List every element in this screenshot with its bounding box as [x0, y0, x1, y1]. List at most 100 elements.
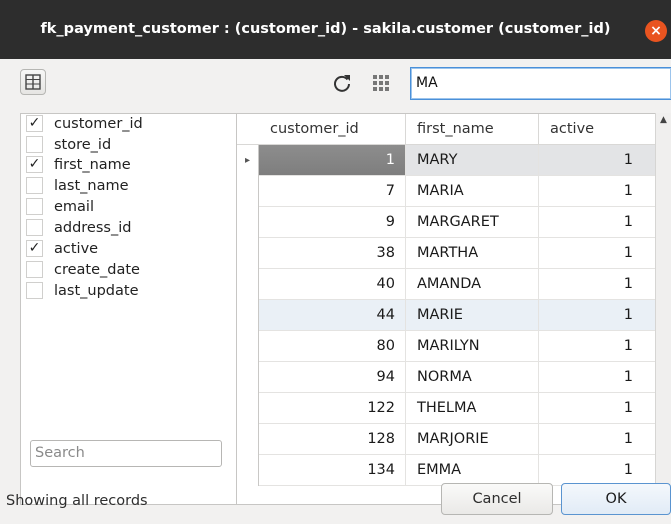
grid-view-button[interactable]	[370, 72, 392, 94]
cell-customer-id[interactable]: 9	[259, 207, 406, 237]
columns-toggle-button[interactable]	[20, 69, 46, 95]
checkbox[interactable]	[26, 177, 43, 194]
column-item-last-update[interactable]: last_update	[21, 281, 236, 302]
cell-first-name[interactable]: AMANDA	[406, 269, 539, 299]
cell-first-name[interactable]: EMMA	[406, 455, 539, 485]
table-row[interactable]: 38 MARTHA 1	[237, 238, 655, 269]
row-header[interactable]	[237, 238, 259, 269]
column-label: store_id	[54, 137, 112, 153]
checkbox[interactable]: ✓	[26, 240, 43, 257]
column-label: last_name	[54, 178, 129, 194]
table-row[interactable]: 9 MARGARET 1	[237, 207, 655, 238]
title-bar: fk_payment_customer : (customer_id) - sa…	[0, 0, 671, 59]
checkbox[interactable]: ✓	[26, 156, 43, 173]
cell-customer-id[interactable]: 7	[259, 176, 406, 206]
cell-customer-id[interactable]: 128	[259, 424, 406, 454]
row-header[interactable]	[237, 455, 259, 486]
row-header[interactable]	[237, 207, 259, 238]
column-item-email[interactable]: email	[21, 197, 236, 218]
header-customer-id[interactable]: customer_id	[259, 114, 406, 145]
cell-first-name[interactable]: MARIE	[406, 300, 539, 330]
cell-first-name[interactable]: MARTHA	[406, 238, 539, 268]
column-item-address-id[interactable]: address_id	[21, 218, 236, 239]
grid-header: customer_id first_name active	[237, 114, 655, 145]
cell-active[interactable]: 1	[539, 455, 655, 485]
row-marker-icon[interactable]: ▸	[237, 145, 259, 176]
column-item-store-id[interactable]: store_id	[21, 135, 236, 155]
table-row[interactable]: 7 MARIA 1	[237, 176, 655, 207]
table-row[interactable]: ▸ 1 MARY 1	[237, 145, 655, 176]
refresh-icon	[334, 75, 350, 92]
cell-first-name[interactable]: THELMA	[406, 393, 539, 423]
column-item-last-name[interactable]: last_name	[21, 176, 236, 197]
checkbox[interactable]	[26, 282, 43, 299]
cell-active[interactable]: 1	[539, 269, 655, 299]
table-row[interactable]: 122 THELMA 1	[237, 393, 655, 424]
checkbox[interactable]	[26, 198, 43, 215]
table-row[interactable]: 134 EMMA 1	[237, 455, 655, 486]
column-label: customer_id	[54, 116, 143, 132]
table-row[interactable]: 40 AMANDA 1	[237, 269, 655, 300]
table-row[interactable]: 94 NORMA 1	[237, 362, 655, 393]
cell-first-name[interactable]: MARY	[406, 145, 539, 175]
cell-active[interactable]: 1	[539, 393, 655, 423]
cell-first-name[interactable]: MARGARET	[406, 207, 539, 237]
cell-customer-id[interactable]: 44	[259, 300, 406, 330]
row-header[interactable]	[237, 393, 259, 424]
cell-active[interactable]: 1	[539, 207, 655, 237]
cell-active[interactable]: 1	[539, 362, 655, 392]
column-label: last_update	[54, 283, 139, 299]
cell-active[interactable]: 1	[539, 331, 655, 361]
records-grid: customer_id first_name active ▸ 1 MARY 1…	[237, 113, 671, 505]
cell-customer-id[interactable]: 38	[259, 238, 406, 268]
row-header[interactable]	[237, 331, 259, 362]
ok-button[interactable]: OK	[561, 483, 671, 515]
checkbox[interactable]	[26, 219, 43, 236]
row-header[interactable]	[237, 362, 259, 393]
cell-active[interactable]: 1	[539, 176, 655, 206]
column-search-input[interactable]: Search	[30, 440, 222, 467]
row-header[interactable]	[237, 176, 259, 207]
cell-first-name[interactable]: NORMA	[406, 362, 539, 392]
column-item-customer-id[interactable]: ✓ customer_id	[21, 114, 236, 135]
cell-active[interactable]: 1	[539, 424, 655, 454]
vertical-scrollbar[interactable]: ▲ ▼	[655, 113, 671, 505]
header-active[interactable]: active	[539, 114, 655, 145]
column-label: create_date	[54, 262, 140, 278]
cell-active[interactable]: 1	[539, 145, 655, 175]
column-label: active	[54, 241, 99, 257]
cell-customer-id[interactable]: 80	[259, 331, 406, 361]
cell-customer-id[interactable]: 1	[259, 145, 406, 175]
row-header[interactable]	[237, 300, 259, 331]
cell-customer-id[interactable]: 40	[259, 269, 406, 299]
column-label: email	[54, 199, 94, 215]
column-item-first-name[interactable]: ✓ first_name	[21, 155, 236, 176]
cell-active[interactable]: 1	[539, 238, 655, 268]
cancel-button[interactable]: Cancel	[441, 483, 553, 515]
checkbox[interactable]	[26, 136, 43, 153]
column-label: address_id	[54, 220, 132, 236]
row-header[interactable]	[237, 424, 259, 455]
cell-first-name[interactable]: MARJORIE	[406, 424, 539, 454]
cell-customer-id[interactable]: 122	[259, 393, 406, 423]
filter-input[interactable]: MA	[410, 67, 671, 100]
cell-customer-id[interactable]: 134	[259, 455, 406, 485]
refresh-button[interactable]	[330, 71, 354, 95]
cell-first-name[interactable]: MARILYN	[406, 331, 539, 361]
row-header[interactable]	[237, 269, 259, 300]
table-row[interactable]: 128 MARJORIE 1	[237, 424, 655, 455]
column-item-active[interactable]: ✓ active	[21, 239, 236, 260]
checkbox[interactable]: ✓	[26, 115, 43, 132]
cell-customer-id[interactable]: 94	[259, 362, 406, 392]
column-item-create-date[interactable]: create_date	[21, 260, 236, 281]
checkbox[interactable]	[26, 261, 43, 278]
columns-icon	[25, 74, 41, 90]
cell-active[interactable]: 1	[539, 300, 655, 330]
scroll-up-icon[interactable]: ▲	[656, 115, 671, 127]
table-row[interactable]: 44 MARIE 1	[237, 300, 655, 331]
cell-first-name[interactable]: MARIA	[406, 176, 539, 206]
header-first-name[interactable]: first_name	[406, 114, 539, 145]
close-icon[interactable]: ×	[645, 20, 667, 42]
status-text: Showing all records	[6, 493, 148, 509]
table-row[interactable]: 80 MARILYN 1	[237, 331, 655, 362]
